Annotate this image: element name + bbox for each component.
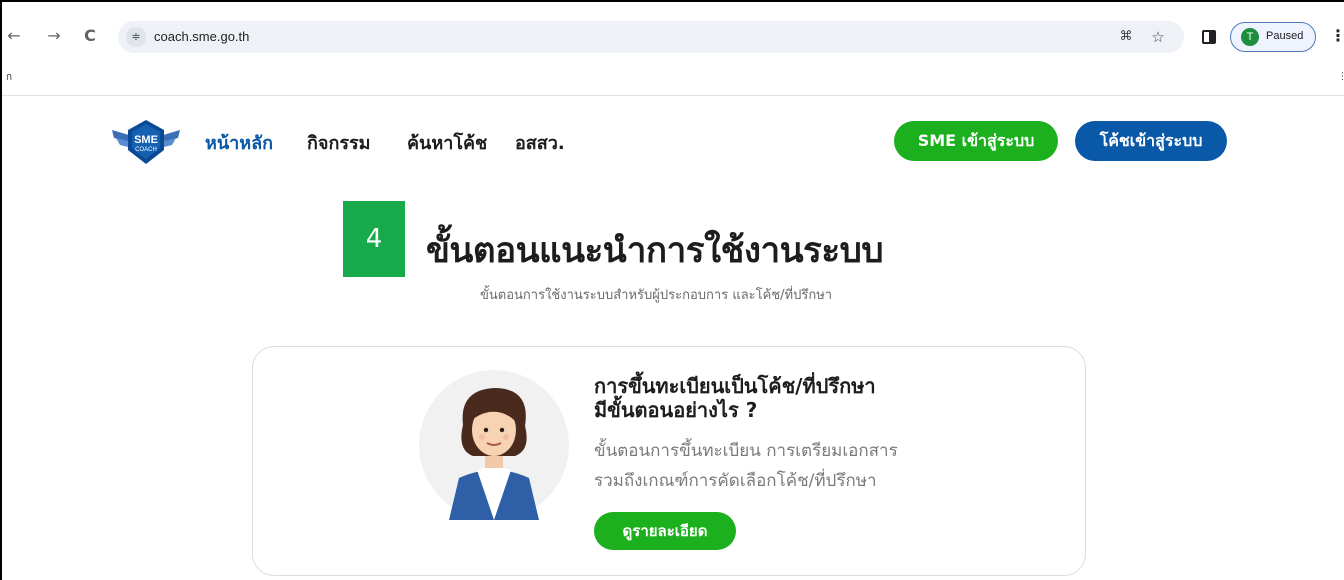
- section-subtitle: ขั้นตอนการใช้งานระบบสำหรับผู้ประกอบการ แ…: [480, 288, 833, 303]
- profile-status: Paused: [1266, 30, 1304, 42]
- nav-osmep[interactable]: อสสว.: [515, 128, 565, 157]
- nav-activities[interactable]: กิจกรรม: [307, 128, 371, 157]
- sme-login-button[interactable]: SME เข้าสู่ระบบ: [894, 121, 1058, 161]
- logo-text-coach: COACH: [135, 147, 157, 153]
- side-panel-icon[interactable]: [1202, 30, 1216, 44]
- view-details-button[interactable]: ดูรายละเอียด: [594, 512, 736, 550]
- reload-icon[interactable]: C: [78, 24, 102, 48]
- card-title: การขึ้นทะเบียนเป็นโค้ช/ที่ปรึกษา มีขั้นต…: [594, 374, 934, 422]
- translate-icon[interactable]: ⌘: [1116, 27, 1136, 47]
- nav-home[interactable]: หน้าหลัก: [205, 128, 273, 157]
- card-title-line-1: การขึ้นทะเบียนเป็นโค้ช/ที่ปรึกษา: [594, 374, 876, 398]
- card-desc-line-2: รวมถึงเกณฑ์การคัดเลือกโค้ช/ที่ปรึกษา: [594, 471, 877, 491]
- step-number-badge: 4: [343, 201, 405, 277]
- browser-menu-icon[interactable]: ⋮: [1330, 26, 1344, 45]
- bookmark-star-icon[interactable]: ☆: [1148, 27, 1168, 47]
- nav-find-coach[interactable]: ค้นหาโค้ช: [407, 128, 487, 157]
- browser-toolbar: ← → C ≑ coach.sme.go.th ⌘ ☆ T Paused ⋮: [2, 10, 1344, 66]
- profile-button[interactable]: T Paused: [1230, 22, 1316, 52]
- site-info-icon[interactable]: ≑: [126, 27, 146, 47]
- edge-marker-left: ก: [6, 72, 13, 83]
- url-text[interactable]: coach.sme.go.th: [154, 29, 249, 44]
- coach-woman-illustration: [419, 370, 569, 520]
- profile-avatar: T: [1241, 28, 1259, 46]
- coach-login-button[interactable]: โค้ชเข้าสู่ระบบ: [1075, 121, 1227, 161]
- logo-text-sme: SME: [134, 134, 158, 146]
- back-arrow-icon[interactable]: ←: [2, 24, 26, 48]
- sme-coach-logo[interactable]: SME COACH: [110, 118, 182, 166]
- edge-marker-right: ⋮: [1338, 72, 1344, 82]
- card-title-line-2: มีขั้นตอนอย่างไร ?: [594, 398, 758, 422]
- address-bar[interactable]: ≑ coach.sme.go.th ⌘ ☆: [118, 21, 1184, 53]
- card-description: ขั้นตอนการขึ้นทะเบียน การเตรียมเอกสาร รว…: [594, 436, 934, 496]
- section-title: ขั้นตอนแนะนำการใช้งานระบบ: [426, 231, 884, 271]
- forward-arrow-icon[interactable]: →: [42, 24, 66, 48]
- toolbar-divider: [2, 95, 1344, 96]
- card-desc-line-1: ขั้นตอนการขึ้นทะเบียน การเตรียมเอกสาร: [594, 441, 898, 461]
